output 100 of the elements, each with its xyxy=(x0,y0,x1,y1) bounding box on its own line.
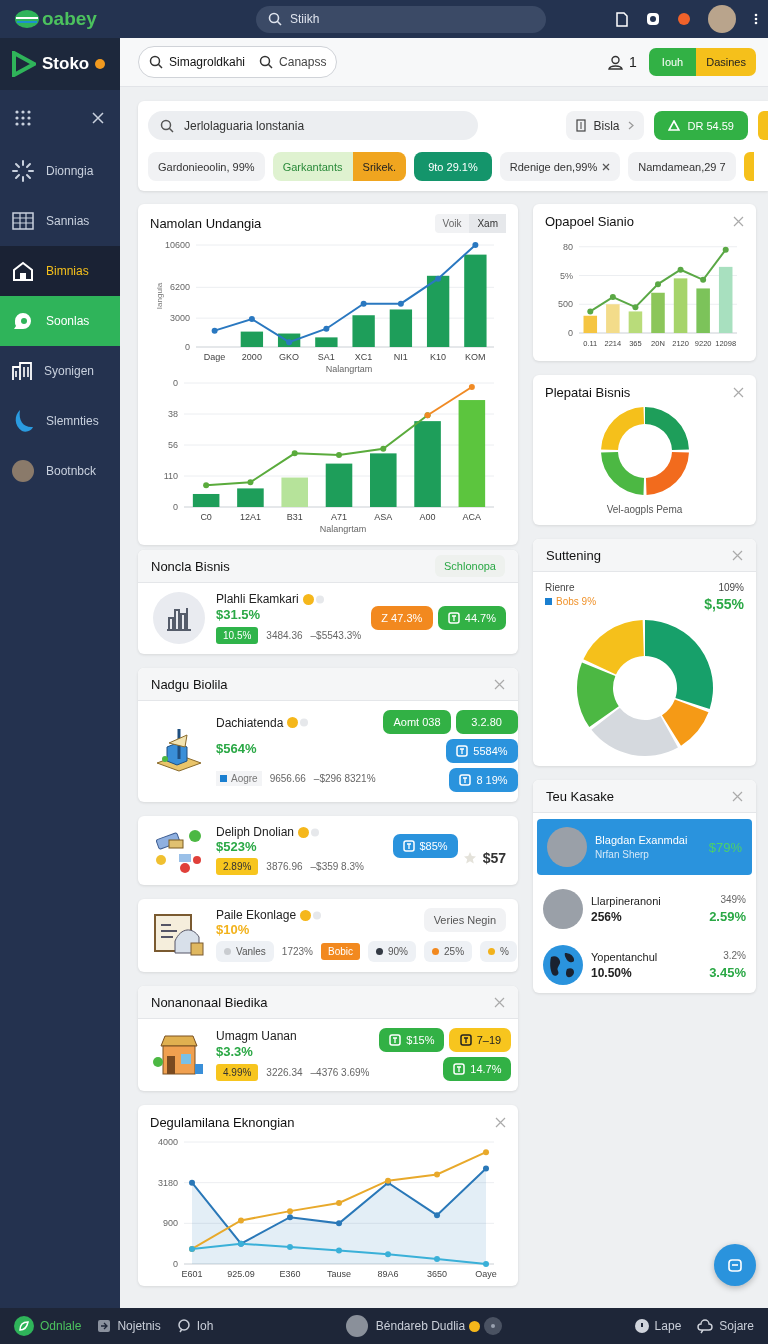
sidebar-item[interactable]: Bimnias xyxy=(0,246,120,296)
point xyxy=(472,242,479,248)
axis-label: 2000 xyxy=(241,352,262,362)
search-input[interactable]: Stiikh xyxy=(288,11,492,27)
chart-bar xyxy=(352,315,375,347)
tag-icon xyxy=(453,1063,466,1075)
list-item[interactable]: Yopentanchul 10.50% 3.2% 3.45% xyxy=(533,937,756,993)
price-text: $57 xyxy=(482,850,506,866)
notification-icon[interactable] xyxy=(678,13,690,25)
search-tab[interactable]: Canapss xyxy=(259,55,327,69)
item-name: Umagm Uanan xyxy=(216,1028,297,1043)
axis-label: NI1 xyxy=(393,352,408,362)
point xyxy=(360,300,367,307)
axis-label: K10 xyxy=(430,352,447,362)
search-field[interactable]: Stiikh xyxy=(256,5,546,33)
table-icon xyxy=(12,212,34,230)
stat-tag: 10.5% xyxy=(216,626,259,644)
more-icon[interactable] xyxy=(754,13,758,25)
bottom-bar-item[interactable]: Ioh xyxy=(176,1319,214,1333)
sidebar-item[interactable]: Sannias xyxy=(0,196,120,246)
search-field[interactable]: Jerlolaguaria lonstania xyxy=(148,111,478,140)
chart-bar xyxy=(628,311,643,333)
axis-tick-label: 900 xyxy=(162,1218,178,1229)
axis-label: 925.09 xyxy=(227,1269,255,1279)
avatar[interactable] xyxy=(708,5,736,33)
axis-tick-label: 3000 xyxy=(169,313,190,324)
sidebar-item[interactable]: Syonigen xyxy=(0,346,120,396)
toggle-option[interactable]: Xam xyxy=(469,214,506,233)
search-icon xyxy=(149,55,163,69)
triangle-icon xyxy=(667,120,680,131)
axis-title: Nalangrtam xyxy=(319,524,367,534)
tag-icon xyxy=(459,1034,472,1046)
value-button[interactable]: 7–19 xyxy=(449,1028,512,1052)
filter-chip[interactable]: 9to 29.1% xyxy=(414,152,492,181)
share-value: $,55% xyxy=(704,596,744,612)
axis-label: Tause xyxy=(327,1269,351,1279)
floating-action-button[interactable] xyxy=(714,1244,756,1286)
stat-text: 3876.96 xyxy=(266,861,303,872)
filter-chip[interactable]: Gardonieoolin, 99% xyxy=(148,152,265,181)
toggle-icon[interactable] xyxy=(484,1317,503,1335)
filter-chip[interactable]: Namdamean,29 7 xyxy=(628,152,736,181)
legend-label: Bobs 9% xyxy=(545,596,597,607)
filter-chip[interactable]: Garkantants xyxy=(272,152,353,181)
grid-icon[interactable] xyxy=(15,110,31,126)
item-value: $10% xyxy=(216,922,251,937)
chart-bar xyxy=(315,337,338,347)
axis-tick-label: 500 xyxy=(557,299,573,310)
axis-label: KOM xyxy=(465,352,486,362)
axis-label: E360 xyxy=(279,1269,301,1279)
axis-label: Dage xyxy=(203,352,226,362)
item-name: Paile Ekonlage xyxy=(216,908,297,922)
document-icon[interactable] xyxy=(616,11,628,27)
chart-bar xyxy=(606,304,620,333)
sidebar-item[interactable]: Bootnbck xyxy=(0,446,120,496)
card-title: Teu Kasake xyxy=(546,788,614,804)
chart-bar xyxy=(696,288,710,333)
search-tab[interactable]: Simagroldkahi xyxy=(149,55,246,69)
axis-tick-label: 0 xyxy=(185,342,190,352)
axis-label: E601 xyxy=(181,1269,203,1279)
axis-label: ACA xyxy=(462,512,482,522)
sidebar-item[interactable]: Dionngia xyxy=(0,146,120,196)
bottom-bar-item[interactable]: Odnlale xyxy=(14,1316,82,1336)
card-title: Plepatai Bisnis xyxy=(545,385,631,400)
axis-title: Nalangrtam xyxy=(325,364,373,374)
axis-tick-label: 110 xyxy=(163,471,178,481)
bottom-bar-item[interactable]: Lape xyxy=(634,1319,682,1333)
stat-tag: 4.99% xyxy=(216,1063,259,1081)
toggle-option[interactable]: Voik xyxy=(434,214,470,233)
split-button-secondary[interactable]: Dasines xyxy=(696,48,756,76)
chart-bar xyxy=(237,488,264,507)
cloud-icon xyxy=(697,1318,714,1334)
record-icon[interactable] xyxy=(646,12,660,26)
user-icon[interactable] xyxy=(608,54,624,70)
axis-tick-label: 4000 xyxy=(157,1137,178,1147)
filter-chip[interactable]: Rdenige den,99% xyxy=(499,152,621,181)
axis-label: C0 xyxy=(200,512,212,522)
avatar[interactable] xyxy=(345,1315,368,1337)
axis-label: 12A1 xyxy=(239,512,261,522)
search-input[interactable]: Jerlolaguaria lonstania xyxy=(182,117,466,134)
axis-tick-label: 0 xyxy=(173,502,178,512)
list-item[interactable]: Llarpineranoni 256% 349% 2.59% xyxy=(533,881,756,937)
photo-placeholder xyxy=(543,889,583,929)
status-dot-icon xyxy=(95,59,106,69)
close-icon xyxy=(602,162,611,171)
value-button[interactable]: Veries Negin xyxy=(423,908,506,932)
user-name: Béndareb Dudlia xyxy=(375,1319,466,1333)
item-name: Dachiatenda xyxy=(216,715,284,730)
bottom-bar-item[interactable]: Sojare xyxy=(697,1318,754,1334)
filter-chip[interactable]: Srikek. xyxy=(352,152,407,181)
axis-label: XC1 xyxy=(354,352,373,362)
status-dot-icon xyxy=(469,1320,481,1332)
axis-tick-label: 5% xyxy=(560,270,573,281)
stat-chip: % xyxy=(480,941,517,962)
dropdown-button[interactable]: Bisla xyxy=(565,111,644,140)
close-icon[interactable] xyxy=(92,112,104,124)
axis-label: GKO xyxy=(279,352,300,362)
chart-bar xyxy=(370,453,397,507)
point xyxy=(435,275,442,282)
sidebar-item[interactable]: Slemnties xyxy=(0,396,120,446)
bottom-bar-item[interactable]: Nojetnis xyxy=(97,1319,161,1333)
